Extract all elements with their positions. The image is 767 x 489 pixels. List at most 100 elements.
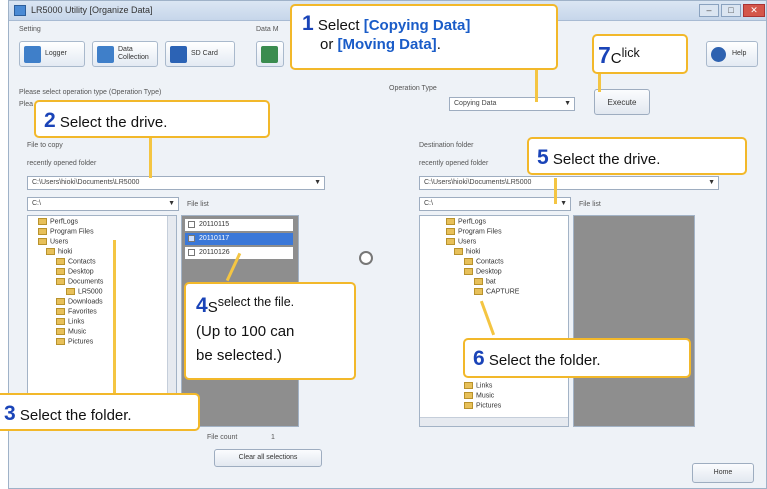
tree-node[interactable]: hioki [454,248,480,255]
organize-data-button[interactable] [256,41,284,67]
tree-node[interactable]: Links [464,382,492,389]
step-number: 6 [473,347,485,370]
tree-node[interactable]: Users [446,238,476,245]
chevron-down-icon: ▼ [314,179,321,186]
tree-node[interactable]: Program Files [38,228,94,235]
tree-node[interactable]: Program Files [446,228,502,235]
file-item[interactable]: 20110115 [185,219,293,231]
file-name: 20110117 [199,235,230,242]
callout-3-pointer [113,240,116,398]
app-icon [14,5,26,16]
tree-node[interactable]: PerfLogs [38,218,78,225]
home-button-label: Home [713,469,733,476]
tree-node-label: PerfLogs [458,218,487,226]
tree-node-label: Downloads [68,298,103,306]
folder-icon [56,318,65,325]
folder-icon [38,238,47,245]
tree-node[interactable]: Music [56,328,86,335]
file-checkbox[interactable] [188,249,195,256]
tree-node[interactable]: Desktop [56,268,94,275]
callout-text: C [610,50,622,67]
tree-node[interactable]: Music [464,392,494,399]
folder-icon [464,258,473,265]
file-checkbox[interactable] [188,235,195,242]
folder-icon [446,218,455,225]
step-number: 2 [44,109,56,132]
tree-node[interactable]: LR5000 [66,288,103,295]
tree-node-label: Desktop [476,268,502,276]
folder-icon [56,308,65,315]
tree-node-label: hioki [466,248,481,256]
tree-node[interactable]: Users [38,238,68,245]
minimize-button[interactable]: – [699,4,719,17]
home-button[interactable]: Home [692,463,754,483]
maximize-button[interactable]: □ [721,4,741,17]
tree-node[interactable]: bat [474,278,496,285]
tree-node[interactable]: Favorites [56,308,97,315]
destination-folder-tree[interactable]: PerfLogs Program Files Users hioki Conta… [419,215,569,427]
tree-node[interactable]: Contacts [464,258,504,265]
help-icon [711,47,726,62]
logger-button[interactable]: Logger [19,41,85,67]
organize-data-icon [261,46,278,63]
tree-node-label: Favorites [68,308,97,316]
tree-node[interactable]: CAPTURE [474,288,519,295]
folder-icon [446,238,455,245]
help-button[interactable]: Help [706,41,758,67]
folder-icon [56,258,65,265]
folder-icon [464,392,473,399]
callout-step-4: 4Sselect the file. (Up to 100 can be sel… [184,282,356,380]
tree-node[interactable]: Documents [56,278,103,285]
execute-button[interactable]: Execute [594,89,650,115]
tree-node[interactable]: Desktop [464,268,502,275]
destination-tree-scrollbar[interactable] [420,417,568,426]
data-collection-label-line1: Data [118,46,133,53]
operation-type-select[interactable]: Copying Data ▼ [449,97,575,111]
callout-text: Select the drive. [55,114,168,131]
callout-text: Select the folder. [15,407,132,424]
destination-file-list[interactable] [573,215,695,427]
file-item-selected[interactable]: 20110117 [185,233,293,245]
tree-node[interactable]: Downloads [56,298,103,305]
source-drive-select[interactable]: C:\ ▼ [27,197,179,211]
tree-node-label: Pictures [68,338,94,346]
callout-highlight: [Copying Data] [363,17,471,34]
file-checkbox[interactable] [188,221,195,228]
sd-card-button[interactable]: SD Card [165,41,235,67]
file-name: 20110126 [199,249,230,256]
destination-folder-label: Destination folder [419,142,474,149]
tree-node-label: Music [68,328,87,336]
sd-card-label: SD Card [191,50,218,57]
callout-text: be selected.) [196,347,282,364]
folder-icon [66,288,75,295]
tree-node-label: Program Files [458,228,502,236]
tree-node-label: Desktop [68,268,94,276]
source-recent-folder-select[interactable]: C:\Users\hioki\Documents\LR5000 ▼ [27,176,325,190]
clear-selections-button[interactable]: Clear all selections [214,449,322,467]
chevron-down-icon: ▼ [168,200,175,207]
callout-step-2: 2 Select the drive. [34,100,270,138]
chevron-down-icon: ▼ [564,100,571,107]
tree-node[interactable]: Links [56,318,84,325]
destination-drive-select[interactable]: C:\ ▼ [419,197,571,211]
tree-node[interactable]: Pictures [464,402,501,409]
destination-recent-folder-select[interactable]: C:\Users\hioki\Documents\LR5000 ▼ [419,176,719,190]
callout-step-3: 3 Select the folder. [0,393,200,431]
callout-text: Select [313,17,364,34]
tree-node[interactable]: hioki [46,248,72,255]
tree-node[interactable]: Pictures [56,338,93,345]
operation-prompt-cut: Plea [19,101,34,108]
window-title: LR5000 Utility [Organize Data] [31,5,153,15]
callout-step-5: 5 Select the drive. [527,137,747,175]
source-drive-value: C:\ [32,200,41,207]
folder-icon [464,382,473,389]
chevron-down-icon: ▼ [708,179,715,186]
tree-node[interactable]: PerfLogs [446,218,486,225]
folder-icon [38,228,47,235]
tree-node-label: bat [486,278,496,286]
arrow-right-icon[interactable] [359,251,373,265]
close-button[interactable]: ✕ [743,4,765,17]
tree-node[interactable]: Contacts [56,258,96,265]
data-collection-button[interactable]: Data Collection [92,41,158,67]
tree-node-label: CAPTURE [486,288,520,296]
